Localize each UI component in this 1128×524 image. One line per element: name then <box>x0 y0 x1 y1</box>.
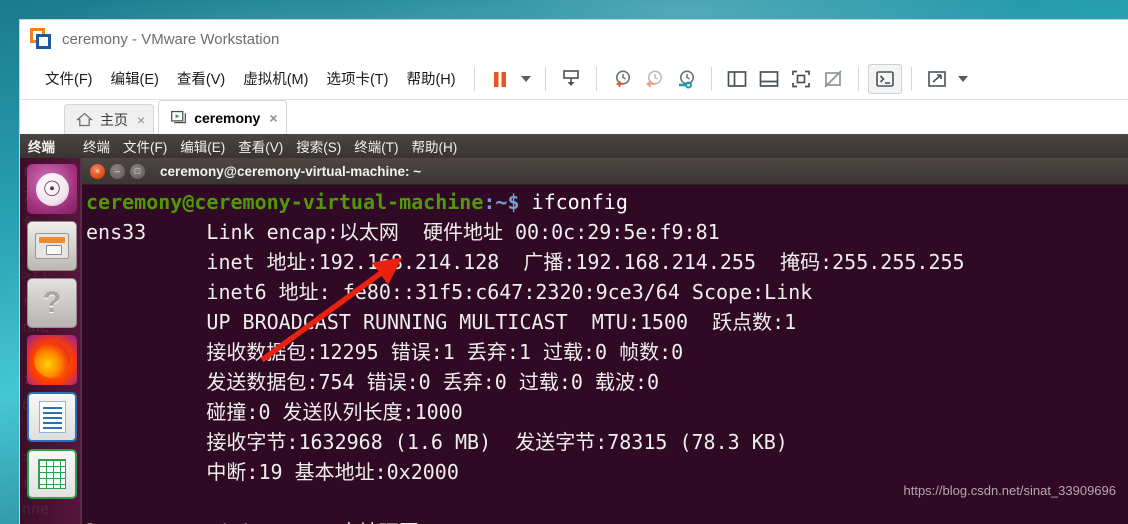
panel-menu-view[interactable]: 查看(V) <box>238 136 283 156</box>
files-icon <box>35 233 69 259</box>
ubuntu-logo-icon: ☉ <box>35 172 69 206</box>
expand-box-icon <box>791 70 810 87</box>
screen: ceremony - VMware Workstation 文件(F) 编辑(E… <box>0 0 1128 524</box>
help-question-icon: ? <box>42 286 62 319</box>
panel-menu-terminal[interactable]: 终端 <box>83 136 110 156</box>
shell-prompt-path: :~$ <box>483 190 532 214</box>
show-thumbnails-button[interactable] <box>753 64 785 94</box>
guest-os-screen: 终端 终端 文件(F) 编辑(E) 查看(V) 搜索(S) 终端(T) 帮助(H… <box>20 134 1128 524</box>
terminal-maximize-icon[interactable]: □ <box>130 163 145 179</box>
terminal-icon <box>875 70 894 87</box>
menu-edit[interactable]: 编辑(E) <box>102 65 168 92</box>
tab-home-label: 主页 <box>100 111 128 128</box>
terminal-line: inet 地址:192.168.214.128 广播:192.168.214.2… <box>86 250 965 274</box>
toolbar-separator <box>710 66 712 91</box>
fullscreen-button[interactable] <box>785 64 817 94</box>
toolbar-separator <box>595 66 597 91</box>
vm-screen-icon <box>171 110 187 124</box>
window-titlebar: ceremony - VMware Workstation <box>20 20 1128 58</box>
tab-ceremony-label: ceremony <box>194 109 261 126</box>
panel-app-name: 终端 <box>28 140 55 155</box>
home-icon <box>76 112 93 127</box>
terminal-line: 接收数据包:12295 错误:1 丢弃:1 过载:0 帧数:0 <box>86 340 684 364</box>
terminal-line: 接收字节:1632968 (1.6 MB) 发送字节:78315 (78.3 K… <box>86 430 788 454</box>
clock-plus-icon <box>615 70 630 87</box>
terminal-titlebar: × – □ ceremony@ceremony-virtual-machine:… <box>82 158 1128 185</box>
menu-toolbar: 文件(F) 编辑(E) 查看(V) 虚拟机(M) 选项卡(T) 帮助(H) <box>20 58 1128 100</box>
toolbar-separator <box>544 66 546 91</box>
terminal-line: 发送数据包:754 错误:0 丢弃:0 过载:0 载波:0 <box>86 370 660 394</box>
shell-prompt-user: ceremony@ceremony-virtual-machine <box>86 190 484 214</box>
toolbar-separator <box>857 66 859 91</box>
show-library-button[interactable] <box>721 64 753 94</box>
toolbar-separator <box>910 66 912 91</box>
unity-launcher: ☉ ? <box>20 158 84 524</box>
console-view-button[interactable] <box>867 63 902 94</box>
launcher-item-help[interactable]: ? <box>27 278 77 328</box>
libreoffice-calc-icon <box>38 459 66 489</box>
toolbar-separator <box>473 66 475 91</box>
terminal-line: ens33 Link encap:以太网 硬件地址 00:0c:29:5e:f9… <box>86 220 720 244</box>
menu-tabs[interactable]: 选项卡(T) <box>317 65 397 92</box>
clock-back-icon <box>645 70 662 88</box>
gnome-terminal-window: × – □ ceremony@ceremony-virtual-machine:… <box>80 158 1128 524</box>
vmware-workstation-window: ceremony - VMware Workstation 文件(F) 编辑(E… <box>20 20 1128 524</box>
snapshot-manager-button[interactable] <box>670 64 702 94</box>
tab-ceremony-close-icon[interactable]: × <box>269 111 277 125</box>
menu-help[interactable]: 帮助(H) <box>397 65 464 92</box>
blog-watermark: https://blog.csdn.net/sinat_33909696 <box>903 483 1117 498</box>
terminal-line: 碰撞:0 发送队列长度:1000 <box>86 400 463 424</box>
menu-file[interactable]: 文件(F) <box>36 65 102 92</box>
tab-strip: 主页 × ceremony × <box>20 100 1128 134</box>
suspend-button[interactable] <box>484 64 516 94</box>
terminal-line: inet6 地址: fe80::31f5:c647:2320:9ce3/64 S… <box>86 280 813 304</box>
panel-menu-help[interactable]: 帮助(H) <box>412 136 458 156</box>
libreoffice-writer-icon <box>38 401 66 433</box>
terminal-title: ceremony@ceremony-virtual-machine: ~ <box>160 163 422 179</box>
launcher-item-firefox[interactable] <box>27 335 77 385</box>
ubuntu-top-panel: 终端 终端 文件(F) 编辑(E) 查看(V) 搜索(S) 终端(T) 帮助(H… <box>20 134 1128 158</box>
pause-icon <box>493 71 506 87</box>
sidebar-panel-icon <box>727 70 746 87</box>
arrows-diagonal-icon <box>927 70 946 87</box>
power-dropdown[interactable] <box>516 64 536 94</box>
revert-snapshot-button[interactable] <box>638 64 670 94</box>
menu-view[interactable]: 查看(V) <box>168 65 234 92</box>
window-title: ceremony - VMware Workstation <box>62 30 280 48</box>
vmware-logo-icon <box>30 28 52 50</box>
terminal-minimize-icon[interactable]: – <box>110 163 125 179</box>
launcher-item-libreoffice-calc[interactable] <box>27 449 77 499</box>
panel-menu-terminal-menu[interactable]: 终端(T) <box>354 136 398 156</box>
snapshot-button[interactable] <box>555 64 587 94</box>
terminal-output[interactable]: ceremony@ceremony-virtual-machine:~$ ifc… <box>82 185 1128 524</box>
launcher-item-ubuntu-dash[interactable]: ☉ <box>27 164 77 214</box>
take-snapshot-button[interactable] <box>606 64 638 94</box>
chevron-down-icon <box>957 75 968 82</box>
stretch-dropdown[interactable] <box>953 64 973 94</box>
terminal-close-icon[interactable]: × <box>90 163 105 179</box>
tab-home[interactable]: 主页 × <box>64 104 155 134</box>
terminal-line: lo Link encap:本地环回 <box>86 520 419 524</box>
launcher-item-files[interactable] <box>27 221 77 271</box>
terminal-line: UP BROADCAST RUNNING MULTICAST MTU:1500 … <box>86 310 797 334</box>
launcher-item-libreoffice-writer[interactable] <box>27 392 77 442</box>
bottom-panel-icon <box>759 70 778 87</box>
terminal-line: 中断:19 基本地址:0x2000 <box>86 460 459 484</box>
firefox-icon <box>34 342 70 378</box>
tab-home-close-icon[interactable]: × <box>137 113 145 127</box>
clock-wrench-icon <box>678 70 694 88</box>
panel-menu-search[interactable]: 搜索(S) <box>296 136 341 156</box>
box-slash-icon <box>824 69 842 88</box>
unity-mode-button[interactable] <box>817 64 849 94</box>
tab-ceremony[interactable]: ceremony × <box>158 100 287 134</box>
menu-vm[interactable]: 虚拟机(M) <box>234 65 317 92</box>
shell-command: ifconfig <box>531 190 628 214</box>
panel-menu-file[interactable]: 文件(F) <box>123 136 167 156</box>
stretch-guest-button[interactable] <box>921 64 953 94</box>
chevron-down-icon <box>520 75 531 82</box>
snapshot-icon <box>562 69 579 86</box>
panel-menu-edit[interactable]: 编辑(E) <box>180 136 225 156</box>
